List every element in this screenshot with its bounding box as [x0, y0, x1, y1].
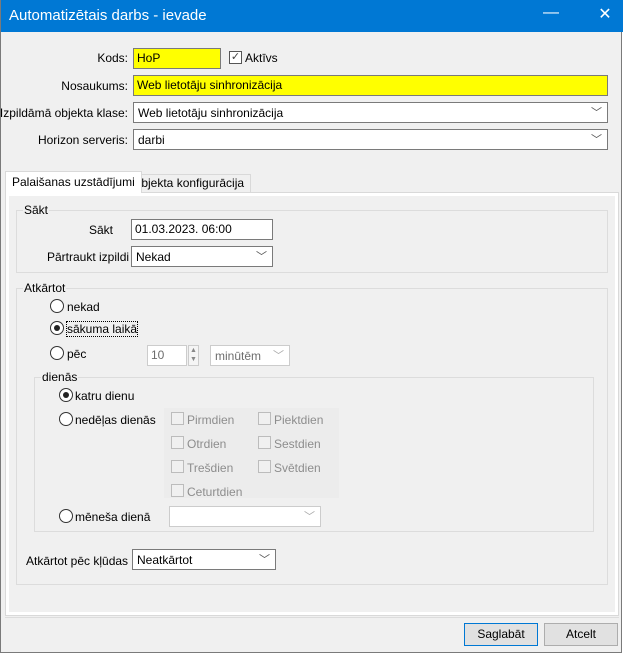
arrow-up-icon[interactable]: ▲: [190, 347, 197, 354]
footer-divider: [5, 617, 619, 618]
interval-spinner[interactable]: ▲ ▼: [188, 345, 199, 366]
serveris-value: darbi: [138, 133, 165, 147]
partraukt-value: Nekad: [136, 250, 171, 264]
chevron-down-icon: ﹀: [591, 107, 602, 119]
aktivs-label: Aktīvs: [245, 51, 278, 65]
radio-nedelas-dienas-label: nedēļas dienās: [75, 413, 156, 427]
nosaukums-label: Nosaukums:: [61, 79, 128, 93]
radio-katru-dienu[interactable]: [59, 388, 73, 402]
chevron-down-icon: ﹀: [259, 554, 270, 566]
radio-nekad[interactable]: [50, 299, 64, 313]
serveris-label: Horizon serveris:: [37, 133, 128, 147]
radio-menesa-diena[interactable]: [59, 509, 73, 523]
checkbox-piektdien[interactable]: [258, 412, 271, 425]
chevron-down-icon: ﹀: [256, 251, 267, 263]
partraukt-label: Pārtraukt izpildi: [47, 250, 130, 264]
interval-unit-select[interactable]: minūtēm ﹀: [210, 345, 290, 366]
kods-input[interactable]: HoP: [133, 48, 221, 69]
month-day-select[interactable]: ﹀: [169, 506, 321, 527]
sakt-label: Sākt: [88, 223, 113, 237]
close-button[interactable]: ✕: [590, 4, 620, 24]
checkbox-otrdien[interactable]: [171, 436, 184, 449]
save-button[interactable]: Saglabāt: [464, 623, 538, 646]
chevron-down-icon: ﹀: [273, 350, 284, 362]
cancel-button[interactable]: Atcelt: [544, 623, 618, 646]
radio-sakuma-laika[interactable]: [50, 321, 64, 335]
checkbox-tresdien[interactable]: [171, 460, 184, 473]
error-repeat-label: Atkārtot pēc kļūdas: [26, 554, 129, 568]
chevron-down-icon: ﹀: [304, 511, 315, 523]
radio-katru-dienu-label: katru dienu: [75, 389, 135, 403]
klase-select[interactable]: Web lietotāju sinhronizācija ﹀: [133, 102, 608, 123]
interval-unit-value: minūtēm: [215, 349, 262, 363]
aktivs-checkbox[interactable]: ✓: [229, 51, 242, 64]
radio-nekad-label: nekad: [67, 300, 100, 314]
nosaukums-input[interactable]: Web lietotāju sinhronizācija: [133, 75, 608, 96]
otrdien-label: Otrdien: [187, 437, 227, 451]
chevron-down-icon: ﹀: [591, 134, 602, 146]
pirmdien-label: Pirmdien: [187, 413, 235, 427]
checkmark-icon: ✓: [230, 51, 241, 63]
sakt-input[interactable]: 01.03.2023. 06:00: [131, 219, 273, 240]
radio-pec-label: pēc: [67, 347, 87, 361]
tab-palaisanas[interactable]: Palaišanas uzstādījumi: [5, 171, 142, 193]
partraukt-select[interactable]: Nekad ﹀: [131, 246, 273, 267]
kods-label: Kods:: [97, 51, 128, 65]
dienas-group-label: dienās: [41, 370, 79, 384]
arrow-down-icon[interactable]: ▼: [190, 356, 197, 363]
radio-nedelas-dienas[interactable]: [59, 412, 73, 426]
tab-objekta-konfiguracija[interactable]: Objekta konfigurācija: [125, 174, 252, 193]
klase-value: Web lietotāju sinhronizācija: [138, 106, 284, 120]
checkbox-ceturtdien[interactable]: [171, 484, 184, 497]
dialog-window: Automatizētais darbs - ievade — ✕ Kods: …: [0, 0, 623, 653]
error-repeat-select[interactable]: Neatkārtot ﹀: [132, 549, 276, 570]
radio-menesa-diena-label: mēneša dienā: [75, 510, 151, 524]
atkartot-group-label: Atkārtot: [23, 281, 67, 295]
title-bar: Automatizētais darbs - ievade — ✕: [1, 0, 623, 32]
error-repeat-value: Neatkārtot: [137, 553, 193, 567]
ceturtdien-label: Ceturtdien: [187, 485, 243, 499]
sestdien-label: Sestdien: [274, 437, 321, 451]
serveris-select[interactable]: darbi ﹀: [133, 129, 608, 150]
checkbox-sestdien[interactable]: [258, 436, 271, 449]
window-title: Automatizētais darbs - ievade: [9, 7, 207, 24]
svetdien-label: Svētdien: [274, 461, 321, 475]
tresdien-label: Trešdien: [187, 461, 234, 475]
klase-label: Izpildāmā objekta klase:: [0, 106, 128, 120]
interval-input[interactable]: 10: [147, 345, 187, 366]
checkbox-pirmdien[interactable]: [171, 412, 184, 425]
piektdien-label: Piektdien: [274, 413, 324, 427]
sakt-group-label: Sākt: [23, 203, 50, 217]
minimize-button[interactable]: —: [536, 4, 566, 22]
checkbox-svetdien[interactable]: [258, 460, 271, 473]
radio-sakuma-laika-label: sākuma laikā: [65, 321, 139, 337]
radio-pec[interactable]: [50, 346, 64, 360]
